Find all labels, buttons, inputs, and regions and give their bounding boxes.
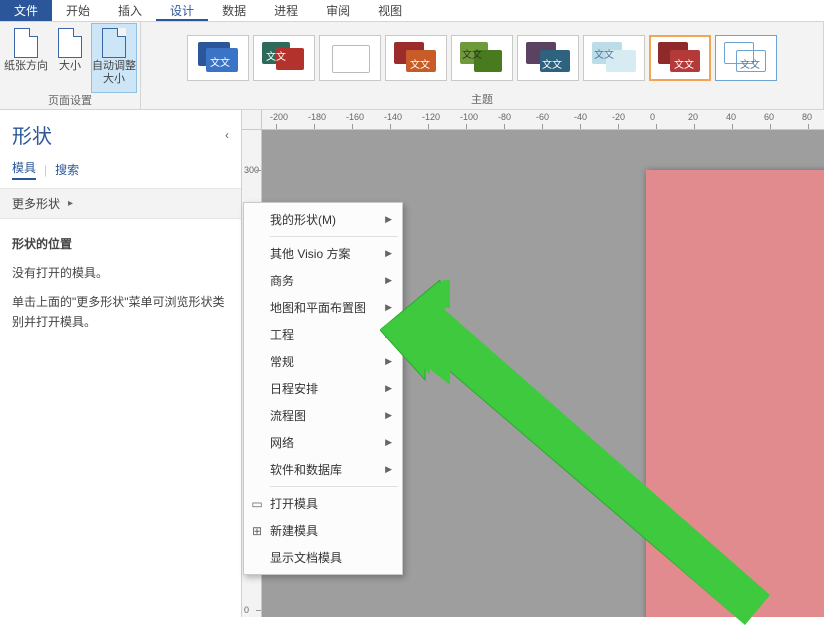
more-shapes-label: 更多形状 xyxy=(12,195,60,212)
tab-insert[interactable]: 插入 xyxy=(104,0,156,21)
menu-new-stencil[interactable]: ⊞新建模具 xyxy=(244,517,402,544)
chevron-right-icon: ▶ xyxy=(385,302,392,313)
chevron-right-icon: ▶ xyxy=(385,214,392,225)
more-shapes-dropdown: 我的形状(M)▶ 其他 Visio 方案▶ 商务▶ 地图和平面布置图▶ 工程▶ … xyxy=(243,202,403,575)
themes-group-label: 主题 xyxy=(471,91,493,109)
chevron-right-icon: ▶ xyxy=(385,356,392,367)
shapes-panel-collapse-icon[interactable]: ‹ xyxy=(225,128,229,142)
orientation-button[interactable]: 纸张方向 xyxy=(4,24,48,92)
theme-swatch-2[interactable]: 文文 xyxy=(253,35,315,81)
ruler-corner xyxy=(242,110,262,130)
chevron-right-icon: ▶ xyxy=(385,383,392,394)
shapes-tab-stencils[interactable]: 模具 xyxy=(12,159,36,180)
menu-my-shapes[interactable]: 我的形状(M)▶ xyxy=(244,206,402,233)
page-size-icon xyxy=(55,28,85,58)
menu-engineering[interactable]: 工程▶ xyxy=(244,321,402,348)
theme-swatch-4[interactable]: 文文 xyxy=(385,35,447,81)
theme-swatch-7[interactable]: 文文 xyxy=(583,35,645,81)
theme-swatch-6[interactable]: 文文 xyxy=(517,35,579,81)
chevron-right-icon: ▶ xyxy=(385,248,392,259)
chevron-right-icon: ▶ xyxy=(385,410,392,421)
chevron-right-icon: ▶ xyxy=(385,464,392,475)
chevron-right-icon: ▶ xyxy=(385,275,392,286)
autosize-button[interactable]: 自动调整大小 xyxy=(92,24,136,92)
main-area: 形状 ‹ 模具 | 搜索 更多形状 形状的位置 没有打开的模具。 单击上面的"更… xyxy=(0,110,824,617)
tab-home[interactable]: 开始 xyxy=(52,0,104,21)
open-stencil-icon: ▭ xyxy=(250,497,264,511)
more-shapes-menu[interactable]: 更多形状 xyxy=(0,188,241,219)
theme-swatch-9[interactable]: 文文 xyxy=(715,35,777,81)
ribbon: 纸张方向 大小 自动调整大小 页面设置 文文 文文 文文 文文 文文 文文 文文… xyxy=(0,22,824,110)
tab-review[interactable]: 审阅 xyxy=(312,0,364,21)
menu-network[interactable]: 网络▶ xyxy=(244,429,402,456)
page-setup-group-label: 页面设置 xyxy=(48,92,92,110)
shapes-no-open-text: 没有打开的模具。 xyxy=(12,264,229,283)
menu-show-doc-stencil[interactable]: 显示文档模具 xyxy=(244,544,402,571)
chevron-right-icon: ▶ xyxy=(385,329,392,340)
tab-data[interactable]: 数据 xyxy=(208,0,260,21)
size-button[interactable]: 大小 xyxy=(48,24,92,92)
menu-software-db[interactable]: 软件和数据库▶ xyxy=(244,456,402,483)
tab-process[interactable]: 进程 xyxy=(260,0,312,21)
menu-general[interactable]: 常规▶ xyxy=(244,348,402,375)
shapes-position-header: 形状的位置 xyxy=(12,235,229,254)
shapes-hint-text: 单击上面的"更多形状"菜单可浏览形状类别并打开模具。 xyxy=(12,293,229,331)
menu-visio-solutions[interactable]: 其他 Visio 方案▶ xyxy=(244,240,402,267)
menu-open-stencil[interactable]: ▭打开模具 xyxy=(244,490,402,517)
theme-swatch-3[interactable] xyxy=(319,35,381,81)
chevron-right-icon: ▶ xyxy=(385,437,392,448)
ruler-horizontal: -200-180-160-140-120-100-80-60-40-200204… xyxy=(262,110,824,130)
theme-swatch-1[interactable]: 文文 xyxy=(187,35,249,81)
tab-file[interactable]: 文件 xyxy=(0,0,52,21)
menu-flowchart[interactable]: 流程图▶ xyxy=(244,402,402,429)
new-stencil-icon: ⊞ xyxy=(250,524,264,538)
autosize-icon xyxy=(99,28,129,58)
shapes-panel: 形状 ‹ 模具 | 搜索 更多形状 形状的位置 没有打开的模具。 单击上面的"更… xyxy=(0,110,242,617)
theme-swatch-5[interactable]: 文文 xyxy=(451,35,513,81)
ribbon-tabs: 文件 开始 插入 设计 数据 进程 审阅 视图 xyxy=(0,0,824,22)
size-label: 大小 xyxy=(59,60,81,73)
menu-business[interactable]: 商务▶ xyxy=(244,267,402,294)
tab-view[interactable]: 视图 xyxy=(364,0,416,21)
tab-design[interactable]: 设计 xyxy=(156,0,208,21)
orientation-icon xyxy=(11,28,41,58)
menu-maps-floor[interactable]: 地图和平面布置图▶ xyxy=(244,294,402,321)
drawing-page[interactable] xyxy=(646,170,824,617)
autosize-label: 自动调整大小 xyxy=(92,60,136,86)
theme-swatch-8[interactable]: 文文 xyxy=(649,35,711,81)
shapes-tab-search[interactable]: 搜索 xyxy=(55,161,79,178)
shapes-panel-title: 形状 xyxy=(12,120,52,149)
menu-schedule[interactable]: 日程安排▶ xyxy=(244,375,402,402)
orientation-label: 纸张方向 xyxy=(4,60,48,73)
